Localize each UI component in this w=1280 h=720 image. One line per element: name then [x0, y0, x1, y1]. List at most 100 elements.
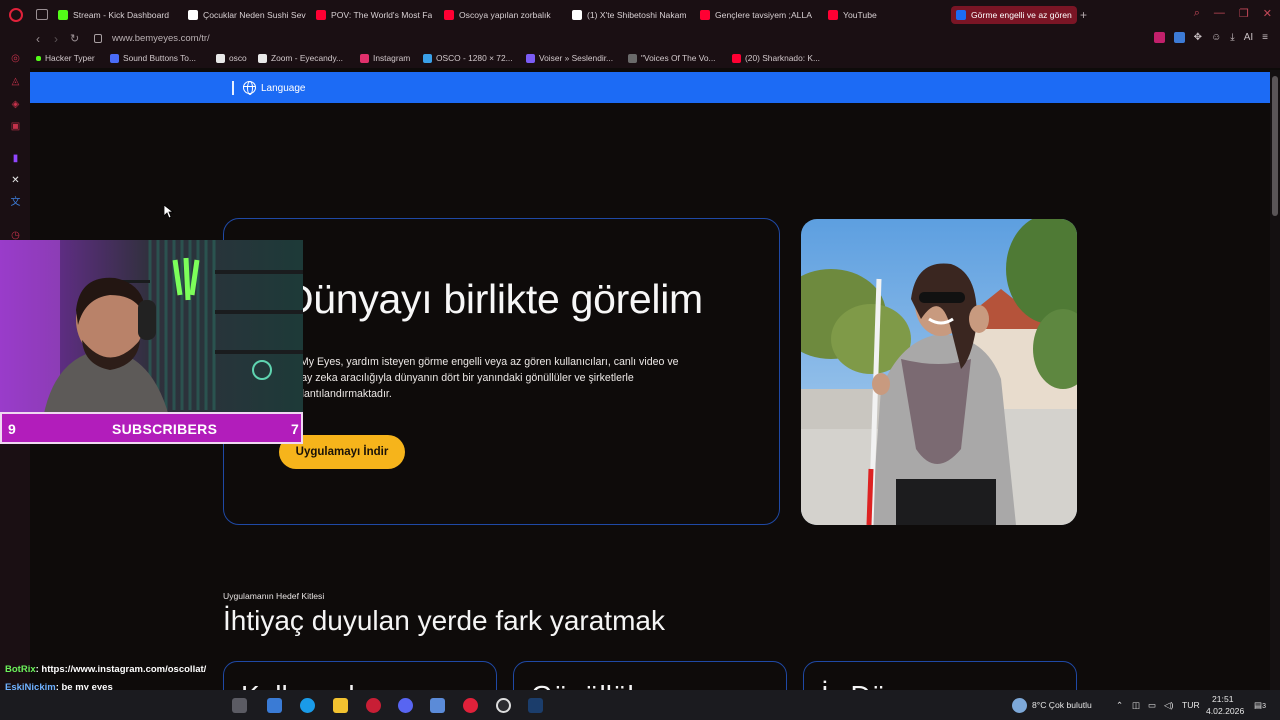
x-icon[interactable]: ✕ — [10, 175, 21, 186]
hero-description: Be My Eyes, yardım isteyen görme engelli… — [284, 356, 679, 400]
minimize-icon[interactable]: — — [1214, 7, 1225, 20]
bookmark-item[interactable]: Sound Buttons To... — [110, 53, 196, 63]
clock-time[interactable]: 21:51 — [1212, 694, 1234, 704]
language-bar: Language — [30, 72, 1270, 103]
workspaces-icon[interactable] — [36, 9, 48, 20]
page-scrollbar[interactable] — [1270, 70, 1280, 690]
back-icon[interactable]: ‹ — [36, 32, 40, 46]
bookmark-item[interactable]: Instagram — [360, 53, 410, 63]
browser-tab[interactable]: Stream - Kick Dashboard — [58, 6, 184, 24]
tiktok-icon — [188, 10, 198, 20]
url-field[interactable]: www.bemyeyes.com/tr/ — [112, 33, 210, 44]
tab-label: Stream - Kick Dashboard — [73, 10, 169, 20]
opera-gx-icon[interactable] — [366, 698, 381, 713]
weather-icon[interactable] — [1012, 698, 1027, 713]
bookmark-label: OSCO - 1280 × 72... — [436, 53, 513, 63]
hero-photo — [801, 219, 1077, 525]
menu-icon[interactable]: ≡ — [1262, 32, 1268, 43]
clock-date[interactable]: 4.02.2026 — [1206, 706, 1244, 716]
extension-icon[interactable] — [1153, 32, 1165, 43]
lock-icon[interactable] — [94, 34, 102, 43]
steam-icon[interactable] — [528, 698, 543, 713]
forward-icon[interactable]: › — [54, 32, 58, 46]
puzzle-icon[interactable]: ✥ — [1194, 32, 1202, 43]
browser-tab[interactable]: Görme engelli ve az gören — [951, 6, 1077, 24]
close-icon[interactable]: ✕ — [1263, 7, 1272, 20]
player-icon[interactable]: ▣ — [10, 121, 21, 132]
language-selector[interactable]: Language — [261, 83, 306, 94]
twitch-icon[interactable]: ▮ — [10, 153, 21, 164]
network-icon[interactable]: ▭ — [1148, 700, 1156, 711]
tab-label: POV: The World's Most Fa — [331, 10, 433, 20]
tab-bar: Stream - Kick Dashboard Çocuklar Neden Su… — [0, 0, 1280, 30]
wallet-icon[interactable]: ◬ — [10, 76, 21, 87]
translate-sidebar-icon[interactable]: 文 — [10, 197, 21, 208]
messenger-icon[interactable]: ◈ — [10, 99, 21, 110]
aria-icon[interactable]: ◎ — [10, 53, 21, 64]
section-title: İhtiyaç duyulan yerde fark yaratmak — [223, 605, 665, 636]
browser-tab[interactable]: YouTube — [828, 6, 938, 24]
tab-label: YouTube — [843, 10, 877, 20]
weather-text[interactable]: 8°C Çok bulutlu — [1032, 700, 1092, 710]
bookmark-label: Zoom - Eyecandy... — [271, 53, 343, 63]
bookmark-item[interactable]: Zoom - Eyecandy... — [258, 53, 343, 63]
input-language[interactable]: TUR — [1182, 700, 1200, 710]
bookmark-item[interactable]: OSCO - 1280 × 72... — [423, 53, 513, 63]
tab-label: Görme engelli ve az gören — [971, 10, 1072, 20]
download-icon[interactable]: ⤓ — [1230, 32, 1234, 43]
bookmark-item[interactable]: Hacker Typer — [36, 53, 95, 63]
subscriber-count-right: 7 — [291, 421, 299, 437]
taskbar: 8°C Çok bulutlu ⌃ ◫ ▭ ◁) TUR 21:51 4.02.… — [0, 690, 1280, 720]
edge-icon[interactable] — [300, 698, 315, 713]
youtube-icon — [316, 10, 326, 20]
file-explorer-icon[interactable] — [333, 698, 348, 713]
tray-chevron-icon[interactable]: ⌃ — [1116, 700, 1123, 711]
browser-tab[interactable]: Oscoya yapılan zorbalık — [444, 6, 570, 24]
youtube-icon — [732, 53, 741, 63]
task-view-icon[interactable] — [232, 698, 247, 713]
volume-icon[interactable]: ◁) — [1164, 700, 1173, 711]
hero-title: Dünyayı birlikte görelim — [284, 276, 703, 322]
browser-tab[interactable]: Gençlere tavsiyem ;ALLA — [700, 6, 826, 24]
browser-tab[interactable]: POV: The World's Most Fa — [316, 6, 442, 24]
bookmark-item[interactable]: osco — [216, 53, 247, 63]
tab-label: (1) X'te Shibetoshi Nakam — [587, 10, 687, 20]
bookmark-label: Voiser » Seslendir... — [539, 53, 614, 63]
bookmarks-bar: Hacker Typer Sound Buttons To... osco Zoom … — [30, 50, 1280, 68]
scroll-thumb[interactable] — [1272, 76, 1278, 216]
widget-icon[interactable] — [267, 698, 282, 713]
chat-message: BotRix: https://www.instagram.com/oscoll… — [5, 664, 206, 675]
toolbar-tools: ✥ ☺ ⤓ AI ≡ — [1153, 32, 1268, 43]
opera-icon[interactable] — [463, 698, 478, 713]
audience-card-title: Gönüllüler — [531, 680, 659, 690]
discord-icon[interactable] — [398, 698, 413, 713]
bookmark-label: (20) Sharknado: K... — [745, 53, 820, 63]
translate-icon[interactable] — [1173, 32, 1185, 43]
woman-with-cane-image — [801, 219, 1077, 525]
browser-tab[interactable]: (1) X'te Shibetoshi Nakam — [572, 6, 698, 24]
new-tab-button[interactable]: + — [1080, 8, 1087, 22]
reload-icon[interactable]: ↻ — [70, 32, 79, 45]
obs-icon[interactable] — [430, 698, 445, 713]
browser-tab[interactable]: Çocuklar Neden Sushi Sev — [188, 6, 314, 24]
bookmark-item[interactable]: (20) Sharknado: K... — [732, 53, 820, 63]
globe-icon[interactable] — [243, 81, 256, 95]
audience-card-volunteers[interactable]: Gönüllüler — [513, 661, 787, 690]
zoom-icon — [258, 53, 267, 63]
maximize-icon[interactable]: ❐ — [1239, 7, 1249, 20]
capture-icon[interactable] — [496, 698, 511, 713]
chat-username: BotRix — [5, 664, 36, 675]
search-tabs-icon[interactable]: ⌕ — [1194, 7, 1200, 20]
bemyeyes-icon — [956, 10, 966, 20]
chat-text: : https://www.instagram.com/oscollat/ — [35, 664, 207, 675]
bookmark-item[interactable]: Voiser » Seslendir... — [526, 53, 613, 63]
account-icon[interactable]: ☺ — [1211, 32, 1221, 43]
audience-card-business[interactable]: İş Dünyası — [803, 661, 1077, 690]
bookmark-item[interactable]: "Voices Of The Vo... — [628, 53, 716, 63]
ai-label: AI — [1243, 32, 1254, 43]
aria-ai-button[interactable]: AI — [1244, 32, 1253, 43]
notification-icon[interactable]: ▤3 — [1254, 700, 1266, 711]
opera-logo-icon[interactable] — [9, 8, 23, 22]
kick-icon — [58, 10, 68, 20]
tray-apps-icon[interactable]: ◫ — [1132, 700, 1140, 711]
